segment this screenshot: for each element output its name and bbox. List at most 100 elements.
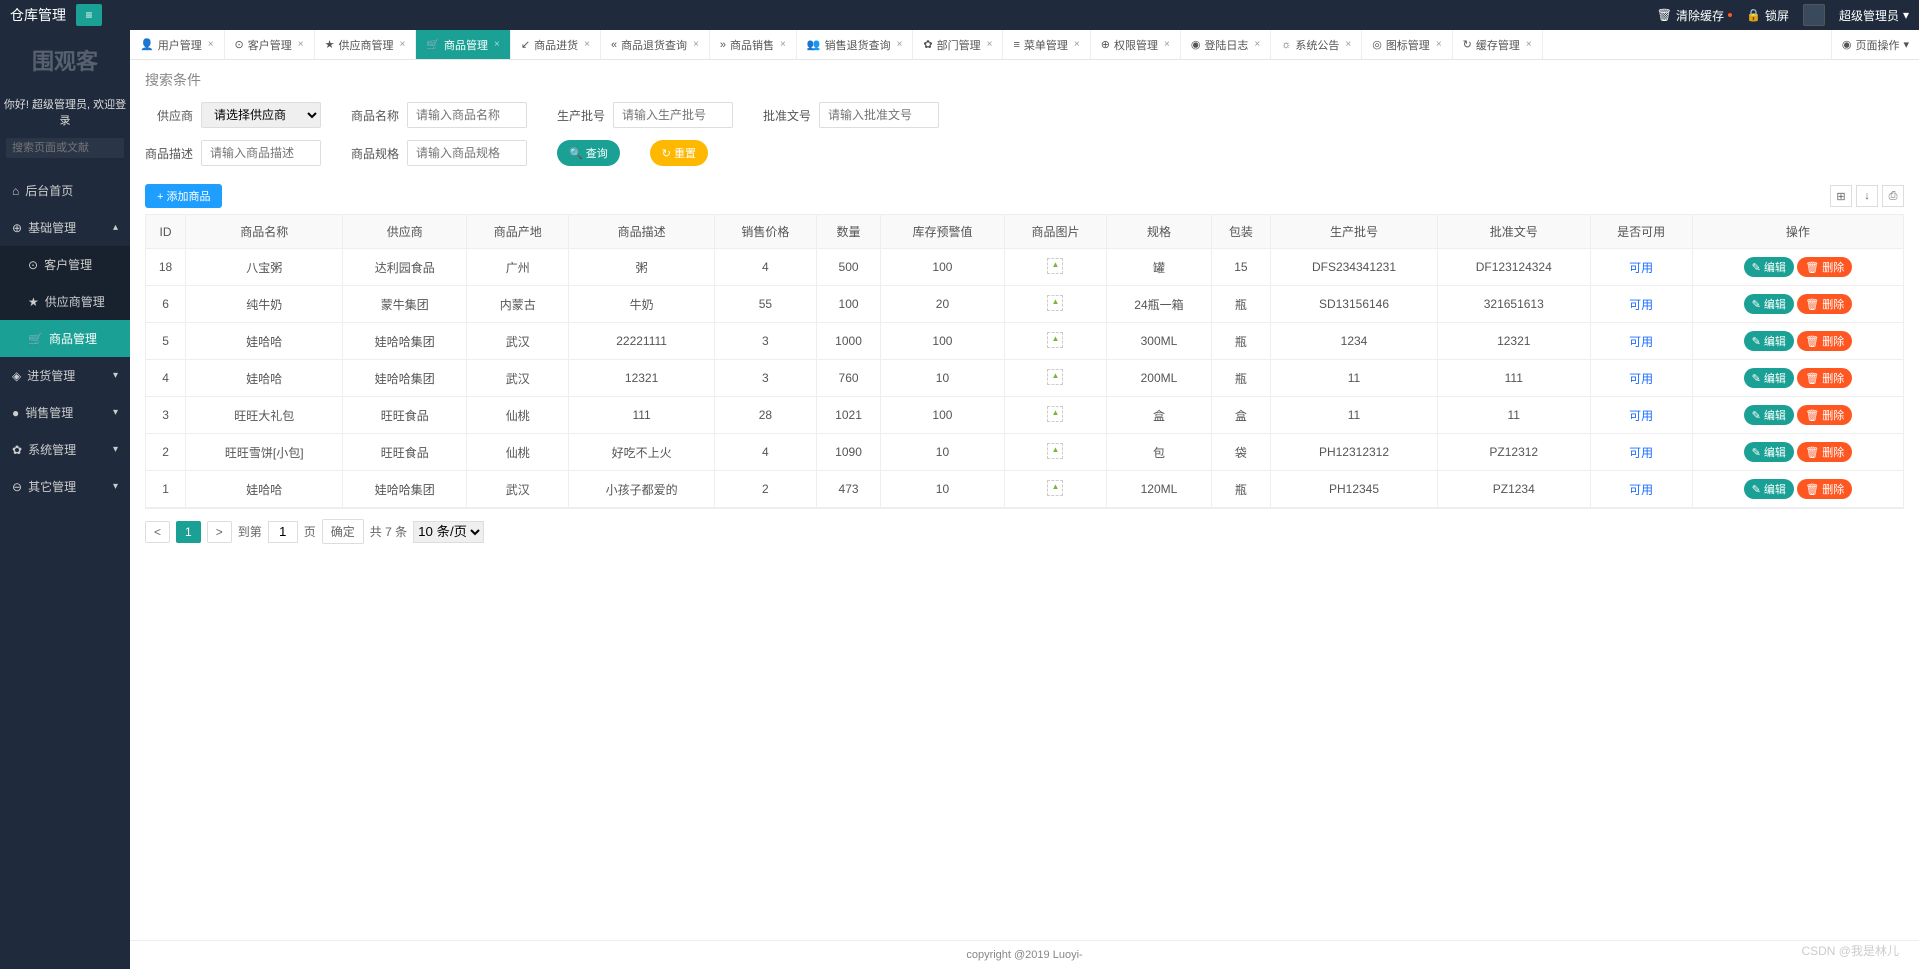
close-icon[interactable]: × — [693, 39, 699, 50]
add-product-button[interactable]: + 添加商品 — [145, 184, 222, 208]
user-dropdown[interactable]: 超级管理员 ▾ — [1839, 7, 1909, 24]
search-title: 搜索条件 — [145, 70, 1904, 90]
nav-icon: ⊙ — [28, 258, 38, 272]
edit-button[interactable]: ✎ 编辑 — [1744, 368, 1794, 388]
delete-button[interactable]: 🗑 删除 — [1797, 479, 1852, 499]
available-link[interactable]: 可用 — [1629, 372, 1653, 386]
name-input[interactable] — [407, 102, 527, 128]
available-link[interactable]: 可用 — [1629, 298, 1653, 312]
clear-cache-button[interactable]: 🗑 清除缓存 — [1657, 7, 1732, 24]
batch-input[interactable] — [613, 102, 733, 128]
available-link[interactable]: 可用 — [1629, 335, 1653, 349]
close-icon[interactable]: × — [494, 39, 500, 50]
tab-14[interactable]: ↻缓存管理× — [1453, 30, 1543, 59]
tab-6[interactable]: »商品销售× — [710, 30, 797, 59]
desc-input[interactable] — [201, 140, 321, 166]
edit-button[interactable]: ✎ 编辑 — [1744, 442, 1794, 462]
edit-button[interactable]: ✎ 编辑 — [1744, 405, 1794, 425]
close-icon[interactable]: × — [1345, 39, 1351, 50]
edit-button[interactable]: ✎ 编辑 — [1744, 294, 1794, 314]
sidebar-item-4[interactable]: 🛒商品管理 — [0, 320, 130, 357]
prev-page-button[interactable]: < — [145, 521, 170, 543]
tab-5[interactable]: «商品退货查询× — [601, 30, 710, 59]
search-button[interactable]: 🔍 查询 — [557, 140, 620, 166]
close-icon[interactable]: × — [1164, 39, 1170, 50]
sidebar-item-8[interactable]: ⊖其它管理▾ — [0, 468, 130, 505]
sidebar-item-1[interactable]: ⊕基础管理▴ — [0, 209, 130, 246]
tab-1[interactable]: ⊙客户管理× — [225, 30, 315, 59]
per-page-select[interactable]: 10 条/页 — [413, 521, 484, 543]
tab-13[interactable]: ◎图标管理× — [1362, 30, 1452, 59]
edit-button[interactable]: ✎ 编辑 — [1744, 331, 1794, 351]
welcome-text: 你好! 超级管理员, 欢迎登录 — [0, 90, 130, 134]
tab-0[interactable]: 👤用户管理× — [130, 30, 225, 59]
table-cell: PH12345 — [1271, 471, 1438, 508]
confirm-page-button[interactable]: 确定 — [322, 519, 364, 544]
available-link[interactable]: 可用 — [1629, 409, 1653, 423]
sidebar-item-5[interactable]: ◈进货管理▾ — [0, 357, 130, 394]
delete-button[interactable]: 🗑 删除 — [1797, 442, 1852, 462]
close-icon[interactable]: × — [208, 39, 214, 50]
close-icon[interactable]: × — [987, 39, 993, 50]
tab-9[interactable]: ≡菜单管理× — [1003, 30, 1090, 59]
next-page-button[interactable]: > — [207, 521, 232, 543]
available-link[interactable]: 可用 — [1629, 261, 1653, 275]
tab-12[interactable]: ☼系统公告× — [1271, 30, 1362, 59]
avatar[interactable] — [1803, 4, 1825, 26]
close-icon[interactable]: × — [780, 39, 786, 50]
sidebar: 围观客 你好! 超级管理员, 欢迎登录 ⌂后台首页⊕基础管理▴⊙客户管理★供应商… — [0, 30, 130, 969]
spec-input[interactable] — [407, 140, 527, 166]
print-tool-icon[interactable]: ⎙ — [1882, 185, 1904, 207]
supplier-select[interactable]: 请选择供应商 — [201, 102, 321, 128]
filter-tool-icon[interactable]: ⊞ — [1830, 185, 1852, 207]
close-icon[interactable]: × — [1074, 39, 1080, 50]
table-header: 商品名称 — [186, 215, 343, 249]
sidebar-item-0[interactable]: ⌂后台首页 — [0, 172, 130, 209]
delete-button[interactable]: 🗑 删除 — [1797, 257, 1852, 277]
delete-button[interactable]: 🗑 删除 — [1797, 368, 1852, 388]
tab-ops-dropdown[interactable]: ◉ 页面操作 ▾ — [1831, 30, 1919, 59]
delete-button[interactable]: 🗑 删除 — [1797, 331, 1852, 351]
close-icon[interactable]: × — [1436, 39, 1442, 50]
delete-button[interactable]: 🗑 删除 — [1797, 294, 1852, 314]
approval-input[interactable] — [819, 102, 939, 128]
table-cell: ✎ 编辑 🗑 删除 — [1692, 471, 1903, 508]
table-cell: 3 — [714, 323, 816, 360]
lock-screen-button[interactable]: 🔒 锁屏 — [1746, 7, 1789, 24]
page-input[interactable] — [268, 521, 298, 543]
sidebar-item-3[interactable]: ★供应商管理 — [0, 283, 130, 320]
close-icon[interactable]: × — [1526, 39, 1532, 50]
close-icon[interactable]: × — [399, 39, 405, 50]
page-1-button[interactable]: 1 — [176, 521, 201, 543]
available-link[interactable]: 可用 — [1629, 483, 1653, 497]
edit-button[interactable]: ✎ 编辑 — [1744, 479, 1794, 499]
edit-button[interactable]: ✎ 编辑 — [1744, 257, 1794, 277]
tab-11[interactable]: ◉登陆日志× — [1181, 30, 1271, 59]
available-link[interactable]: 可用 — [1629, 446, 1653, 460]
close-icon[interactable]: × — [298, 39, 304, 50]
tab-8[interactable]: ✿部门管理× — [913, 30, 1003, 59]
table-cell: 20 — [881, 286, 1005, 323]
tab-label: 部门管理 — [937, 37, 981, 53]
sidebar-item-6[interactable]: ●销售管理▾ — [0, 394, 130, 431]
delete-button[interactable]: 🗑 删除 — [1797, 405, 1852, 425]
nav-icon: ★ — [28, 295, 39, 309]
tab-7[interactable]: 👥销售退货查询× — [797, 30, 914, 59]
tab-2[interactable]: ★供应商管理× — [315, 30, 417, 59]
sidebar-item-7[interactable]: ✿系统管理▾ — [0, 431, 130, 468]
table-cell: 可用 — [1590, 249, 1692, 286]
sidebar-item-2[interactable]: ⊙客户管理 — [0, 246, 130, 283]
close-icon[interactable]: × — [584, 39, 590, 50]
table-header: 库存预警值 — [881, 215, 1005, 249]
tab-10[interactable]: ⊕权限管理× — [1091, 30, 1181, 59]
table-cell: 可用 — [1590, 434, 1692, 471]
chevron-icon: ▾ — [113, 444, 118, 455]
tab-3[interactable]: 🛒商品管理× — [416, 30, 511, 59]
export-tool-icon[interactable]: ↓ — [1856, 185, 1878, 207]
close-icon[interactable]: × — [1254, 39, 1260, 50]
close-icon[interactable]: × — [897, 39, 903, 50]
sidebar-search-input[interactable] — [6, 138, 124, 158]
reset-button[interactable]: ↻ 重置 — [650, 140, 708, 166]
menu-toggle-button[interactable]: ≡ — [76, 4, 102, 26]
tab-4[interactable]: ↙商品进货× — [511, 30, 601, 59]
